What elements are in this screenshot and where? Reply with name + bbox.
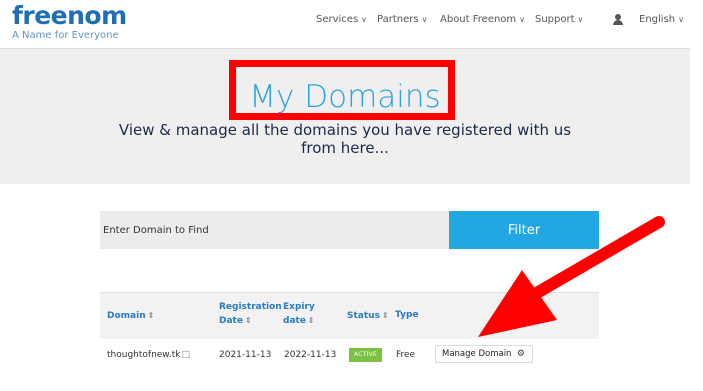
arrow-head bbox=[478, 270, 557, 337]
arrow-shaft bbox=[529, 216, 665, 300]
annotation-arrow bbox=[478, 216, 665, 337]
